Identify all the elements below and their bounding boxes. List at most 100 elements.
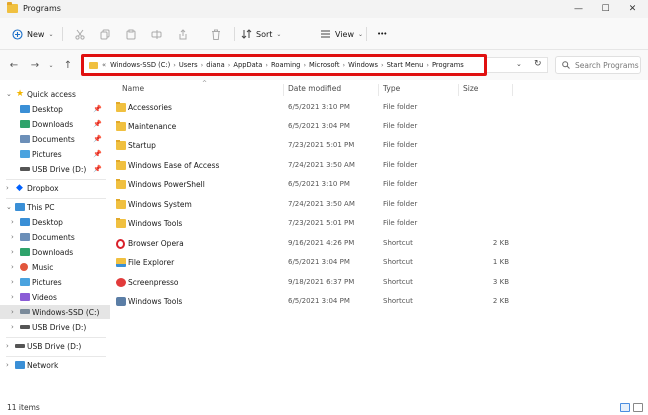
pin-icon[interactable]: 📌	[93, 150, 102, 158]
address-segment[interactable]: AppData	[233, 61, 262, 69]
sidebar-item-dropbox[interactable]: › ◆ Dropbox	[0, 181, 110, 195]
address-segment[interactable]: Start Menu	[387, 61, 424, 69]
delete-button[interactable]	[211, 26, 221, 42]
table-row[interactable]: Maintenance 6/5/2021 3:04 PM File folder	[110, 120, 648, 134]
table-row[interactable]: File Explorer 6/5/2021 3:04 PM Shortcut …	[110, 256, 648, 270]
column-divider[interactable]	[378, 84, 379, 96]
copy-button[interactable]	[100, 26, 110, 42]
sidebar-item-windows-ssd[interactable]: › Windows-SSD (C:)	[0, 305, 110, 319]
chevron-right-icon[interactable]: ›	[11, 278, 14, 286]
chevron-right-icon[interactable]: ›	[11, 293, 14, 301]
table-row[interactable]: Windows Tools 6/5/2021 3:04 PM Shortcut …	[110, 295, 648, 309]
column-header-date[interactable]: Date modified	[288, 84, 341, 93]
chevron-right-icon[interactable]: ›	[11, 218, 14, 226]
chevron-down-icon[interactable]: ⌄	[6, 90, 12, 98]
sidebar-item-this-pc[interactable]: ⌄ This PC	[0, 200, 110, 214]
table-row[interactable]: Screenpresso 9/18/2021 6:37 PM Shortcut …	[110, 276, 648, 290]
address-segment[interactable]: diana	[206, 61, 225, 69]
sidebar-item-pc-desktop[interactable]: › Desktop	[0, 215, 110, 229]
chevron-right-icon[interactable]: ›	[6, 184, 9, 192]
details-view-icon[interactable]	[620, 403, 630, 412]
minimize-button[interactable]: —	[565, 0, 592, 18]
maximize-button[interactable]: ☐	[592, 0, 619, 18]
file-name: Startup	[128, 141, 156, 150]
sidebar-item-desktop[interactable]: Desktop 📌	[0, 102, 110, 116]
pin-icon[interactable]: 📌	[93, 105, 102, 113]
chevron-down-icon[interactable]: ⌄	[6, 203, 12, 211]
table-row[interactable]: Windows Tools 7/23/2021 5:01 PM File fol…	[110, 217, 648, 231]
paste-button[interactable]	[126, 26, 136, 42]
column-header-size[interactable]: Size	[463, 84, 478, 93]
see-more-button[interactable]: •••	[377, 26, 387, 42]
chevron-right-icon[interactable]: ›	[6, 342, 9, 350]
address-segment[interactable]: Users	[179, 61, 198, 69]
chevron-right-icon[interactable]: ›	[11, 308, 14, 316]
sort-caret-icon: ^	[202, 80, 208, 87]
address-segment[interactable]: Windows-SSD (C:)	[110, 61, 170, 69]
table-row[interactable]: Windows PowerShell 6/5/2021 3:10 PM File…	[110, 178, 648, 192]
back-button[interactable]: ←	[8, 58, 20, 72]
sidebar-item-pc-videos[interactable]: › Videos	[0, 290, 110, 304]
sidebar-item-downloads[interactable]: Downloads 📌	[0, 117, 110, 131]
sidebar-item-documents[interactable]: Documents 📌	[0, 132, 110, 146]
sidebar-item-pc-usb-drive[interactable]: › USB Drive (D:)	[0, 320, 110, 334]
sidebar-item-pc-documents[interactable]: › Documents	[0, 230, 110, 244]
column-divider[interactable]	[458, 84, 459, 96]
sort-button[interactable]: Sort ⌄	[241, 26, 281, 42]
address-segment[interactable]: Programs	[432, 61, 464, 69]
address-history-button[interactable]: ⌄	[516, 60, 522, 68]
sidebar-item-pc-downloads[interactable]: › Downloads	[0, 245, 110, 259]
usb-drive-icon	[20, 325, 30, 329]
column-header-name[interactable]: Name	[122, 84, 144, 93]
sidebar-item-network[interactable]: › Network	[0, 358, 110, 372]
share-button[interactable]	[178, 26, 188, 42]
sidebar-item-quick-access[interactable]: ⌄ ★ Quick access	[0, 87, 110, 101]
file-date: 6/5/2021 3:04 PM	[288, 258, 350, 266]
pin-icon[interactable]: 📌	[93, 165, 102, 173]
search-input[interactable]: Search Programs	[555, 56, 641, 74]
chevron-right-icon[interactable]: ›	[6, 361, 9, 369]
pin-icon[interactable]: 📌	[93, 135, 102, 143]
address-bar[interactable]: « Windows-SSD (C:) › Users › diana › App…	[81, 54, 487, 76]
table-row[interactable]: Windows System 7/24/2021 3:50 AM File fo…	[110, 198, 648, 212]
chevron-right-icon[interactable]: ›	[11, 323, 14, 331]
forward-button[interactable]: →	[29, 58, 41, 72]
pin-icon[interactable]: 📌	[93, 120, 102, 128]
chevron-right-icon: ›	[173, 61, 176, 69]
sidebar-item-pictures[interactable]: Pictures 📌	[0, 147, 110, 161]
table-row[interactable]: Accessories 6/5/2021 3:10 PM File folder	[110, 101, 648, 115]
large-icons-view-icon[interactable]	[633, 403, 643, 412]
sidebar-item-pc-pictures[interactable]: › Pictures	[0, 275, 110, 289]
rename-button[interactable]	[151, 26, 162, 42]
sidebar-item-pc-music[interactable]: › Music	[0, 260, 110, 274]
cut-button[interactable]	[75, 26, 85, 42]
status-bar: 11 items	[0, 400, 648, 415]
sidebar-item-usb-drive-root[interactable]: › USB Drive (D:)	[0, 339, 110, 353]
screenpresso-icon	[116, 278, 126, 287]
table-row[interactable]: Windows Ease of Access 7/24/2021 3:50 AM…	[110, 159, 648, 173]
table-row[interactable]: Startup 7/23/2021 5:01 PM File folder	[110, 139, 648, 153]
sidebar-item-usb-drive[interactable]: USB Drive (D:) 📌	[0, 162, 110, 176]
new-button[interactable]: New ⌄	[12, 26, 53, 42]
column-header-type[interactable]: Type	[383, 84, 400, 93]
chevron-right-icon[interactable]: ›	[11, 233, 14, 241]
up-button[interactable]: ↑	[62, 58, 74, 72]
refresh-icon[interactable]: ↻	[534, 59, 542, 69]
address-segment[interactable]: Windows	[348, 61, 378, 69]
recent-locations-button[interactable]: ⌄	[45, 58, 57, 72]
view-button[interactable]: View ⌄	[320, 26, 363, 42]
chevron-right-icon: ›	[200, 61, 204, 69]
address-segment[interactable]: Roaming	[271, 61, 300, 69]
table-row[interactable]: Browser Opera 9/16/2021 4:26 PM Shortcut…	[110, 237, 648, 251]
chevron-right-icon[interactable]: ›	[11, 248, 14, 256]
column-divider[interactable]	[283, 84, 284, 96]
address-segment[interactable]: Microsoft	[309, 61, 339, 69]
desktop-icon	[20, 218, 30, 226]
address-overflow[interactable]: «	[102, 61, 106, 69]
address-bar-tail[interactable]: ⌄ ↻	[487, 57, 548, 73]
close-button[interactable]: ✕	[619, 0, 646, 18]
sort-label: Sort	[256, 29, 273, 39]
column-divider[interactable]	[512, 84, 513, 96]
drive-icon	[20, 309, 30, 314]
chevron-right-icon[interactable]: ›	[11, 263, 14, 271]
